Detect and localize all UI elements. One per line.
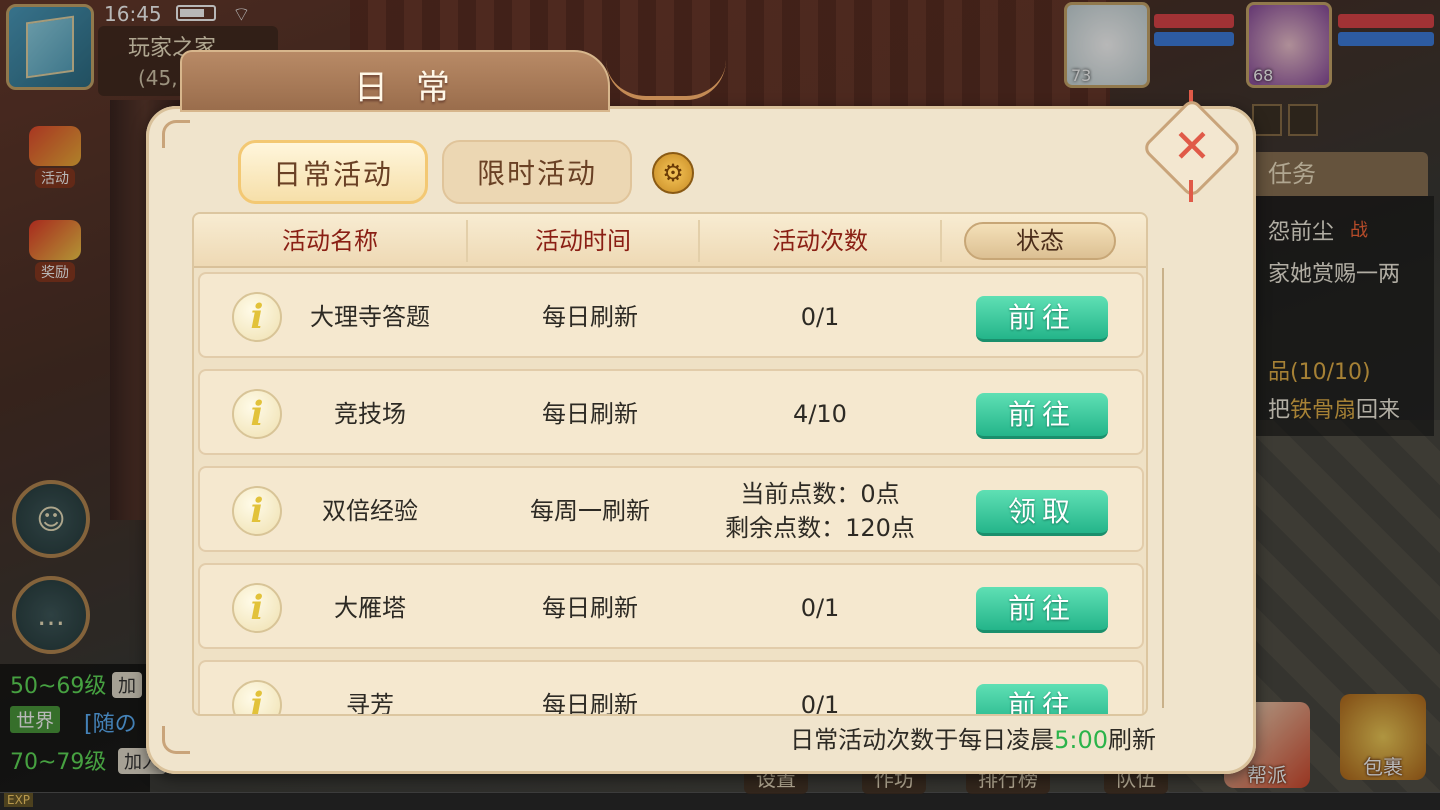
table-header: 活动名称 活动时间 活动次数 状态 (194, 214, 1146, 268)
column-header-name: 活动名称 (282, 227, 378, 255)
column-header-status[interactable]: 状态 (964, 222, 1116, 260)
corner-ornament (162, 726, 190, 754)
corner-ornament (162, 120, 190, 148)
activity-time: 每日刷新 (542, 594, 638, 622)
table-row: i 双倍经验 每周一刷新 当前点数：0点 剩余点数：120点 领取 (198, 466, 1144, 552)
activity-points: 当前点数：0点 剩余点数：120点 (700, 468, 940, 554)
go-button[interactable]: 前往 (976, 296, 1108, 342)
refresh-note-prefix: 日常活动次数于每日凌晨 (790, 726, 1055, 754)
table-row: i 大理寺答题 每日刷新 0/1 前往 (198, 272, 1144, 358)
activity-time: 每日刷新 (542, 303, 638, 331)
activity-name: 大雁塔 (334, 594, 406, 622)
activity-count: 0/1 (800, 594, 840, 622)
current-points: 当前点数：0点 (740, 480, 900, 508)
activity-name: 竞技场 (334, 400, 406, 428)
activity-time: 每日刷新 (542, 691, 638, 716)
info-icon[interactable]: i (232, 680, 282, 714)
column-header-count: 活动次数 (772, 227, 868, 255)
refresh-note-suffix: 刷新 (1108, 726, 1156, 754)
table-row: i 寻芳 每日刷新 0/1 前往 (198, 660, 1144, 716)
go-button[interactable]: 前往 (976, 393, 1108, 439)
settings-gear-icon[interactable]: ⚙ (652, 152, 694, 194)
go-button[interactable]: 前往 (976, 684, 1108, 714)
info-icon[interactable]: i (232, 389, 282, 439)
table-row: i 竞技场 每日刷新 4/10 前往 (198, 369, 1144, 455)
remaining-points: 剩余点数：120点 (725, 514, 915, 542)
close-tassel (1189, 180, 1193, 202)
activity-table: 活动名称 活动时间 活动次数 状态 i 大理寺答题 每日刷新 0/1 前往 i … (192, 212, 1148, 716)
tab-limited-activities[interactable]: 限时活动 (442, 140, 632, 204)
table-row: i 大雁塔 每日刷新 0/1 前往 (198, 563, 1144, 649)
tab-daily-activities[interactable]: 日常活动 (238, 140, 428, 204)
column-divider (940, 220, 942, 262)
column-header-time: 活动时间 (535, 227, 631, 255)
info-icon[interactable]: i (232, 486, 282, 536)
activity-count: 0/1 (800, 691, 840, 716)
info-icon[interactable]: i (232, 583, 282, 633)
activity-name: 寻芳 (346, 691, 394, 716)
refresh-note: 日常活动次数于每日凌晨5:00刷新 (600, 720, 1156, 755)
activity-count: 4/10 (793, 400, 847, 428)
claim-button[interactable]: 领取 (976, 490, 1108, 536)
dialog-title: 日常 (354, 68, 478, 108)
activity-time: 每周一刷新 (530, 497, 650, 525)
activity-name: 大理寺答题 (310, 303, 430, 331)
activity-count: 0/1 (800, 303, 840, 331)
go-button[interactable]: 前往 (976, 587, 1108, 633)
info-icon[interactable]: i (232, 292, 282, 342)
activity-name: 双倍经验 (322, 497, 418, 525)
close-icon[interactable]: ✕ (1166, 118, 1218, 174)
scrollbar[interactable] (1162, 268, 1164, 708)
refresh-time: 5:00 (1054, 726, 1108, 754)
activity-time: 每日刷新 (542, 400, 638, 428)
